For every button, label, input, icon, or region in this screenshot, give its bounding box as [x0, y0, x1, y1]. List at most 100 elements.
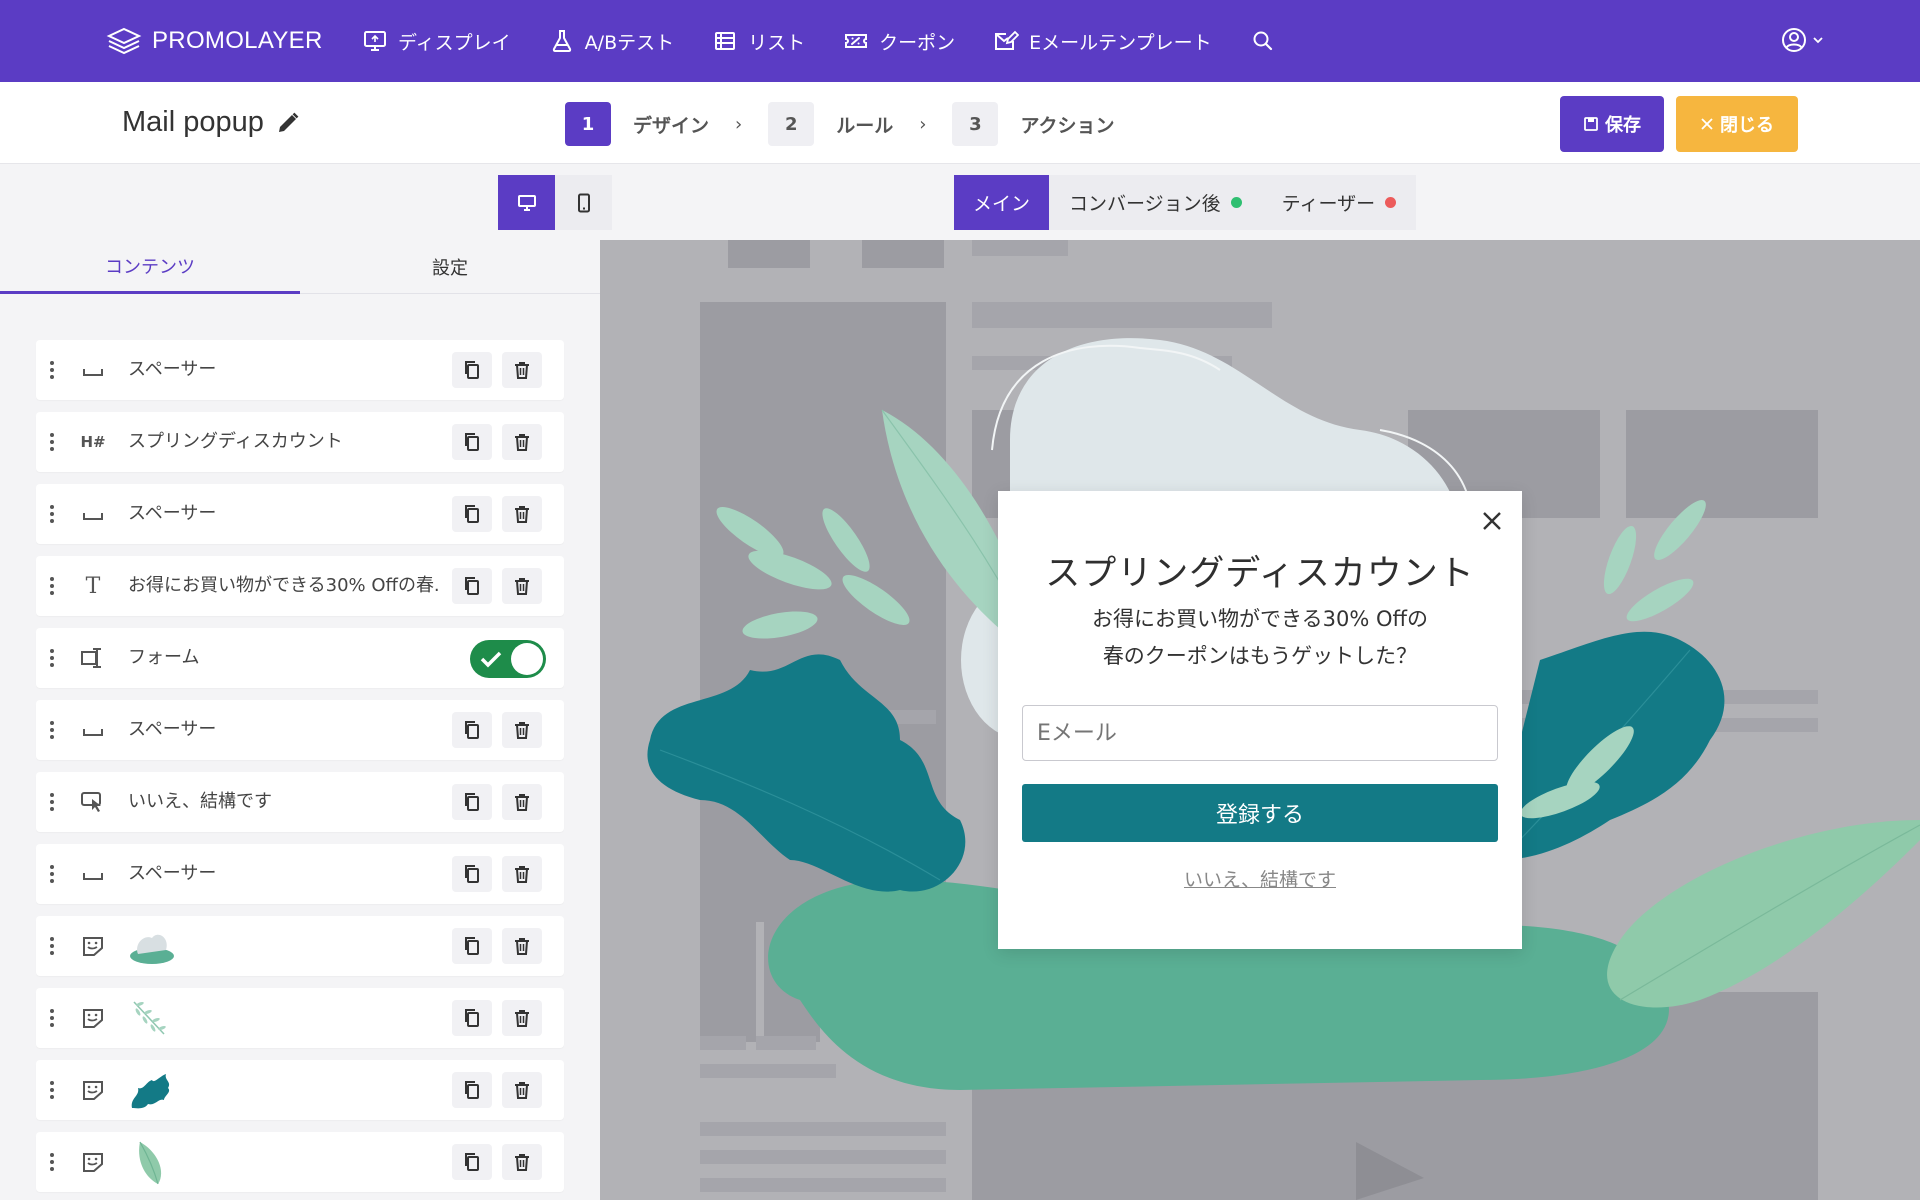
- delete-button[interactable]: [502, 352, 542, 388]
- delete-button[interactable]: [502, 424, 542, 460]
- copy-icon: [465, 505, 479, 523]
- search-icon: [1253, 31, 1272, 51]
- popup-close-button[interactable]: [1476, 505, 1508, 537]
- drag-handle-icon[interactable]: [50, 649, 54, 667]
- row-label: スペーサー: [128, 503, 217, 524]
- tab-settings[interactable]: 設定: [300, 240, 600, 294]
- delete-button[interactable]: [502, 784, 542, 820]
- content-row[interactable]: T お得にお買い物ができる30% Offの春.: [36, 556, 564, 616]
- tab-contents[interactable]: コンテンツ: [0, 240, 300, 294]
- content-row[interactable]: いいえ、結構です: [36, 772, 564, 832]
- duplicate-button[interactable]: [452, 424, 492, 460]
- content-row[interactable]: [36, 916, 564, 976]
- delete-button[interactable]: [502, 712, 542, 748]
- close-button[interactable]: 閉じる: [1676, 96, 1798, 152]
- step-3-label[interactable]: アクション: [1020, 111, 1114, 138]
- popup-description-line2: 春のクーポンはもうゲットした？: [1102, 644, 1418, 668]
- nav-label: クーポン: [879, 31, 956, 54]
- delete-button[interactable]: [502, 496, 542, 532]
- duplicate-button[interactable]: [452, 352, 492, 388]
- step-3-number[interactable]: 3: [952, 102, 999, 146]
- drag-handle-icon[interactable]: [50, 937, 54, 955]
- content-row[interactable]: スペーサー: [36, 844, 564, 904]
- delete-button[interactable]: [502, 856, 542, 892]
- content-row[interactable]: スペーサー: [36, 484, 564, 544]
- nav-item-list[interactable]: リスト: [712, 22, 805, 60]
- duplicate-button[interactable]: [452, 856, 492, 892]
- user-menu[interactable]: [1780, 26, 1824, 54]
- content-row[interactable]: スペーサー: [36, 340, 564, 400]
- drag-handle-icon[interactable]: [50, 793, 54, 811]
- subscribe-button[interactable]: 登録する: [1022, 784, 1498, 842]
- duplicate-button[interactable]: [452, 568, 492, 604]
- trash-icon: [515, 362, 529, 379]
- email-template-icon: [995, 30, 1020, 50]
- drag-handle-icon[interactable]: [50, 361, 54, 379]
- duplicate-button[interactable]: [452, 1000, 492, 1036]
- tab-teaser-label: ティーザー: [1281, 193, 1376, 215]
- brand-name: PROMOLAYER: [152, 27, 323, 54]
- content-row[interactable]: スペーサー: [36, 700, 564, 760]
- drag-handle-icon[interactable]: [50, 577, 54, 595]
- email-input[interactable]: [1022, 705, 1498, 761]
- form-toggle[interactable]: [470, 640, 546, 678]
- drag-handle-icon[interactable]: [50, 1153, 54, 1171]
- step-1-label[interactable]: デザイン: [633, 111, 709, 138]
- spacer-icon: [80, 358, 106, 382]
- drag-handle-icon[interactable]: [50, 865, 54, 883]
- content-row[interactable]: [36, 988, 564, 1048]
- brand-logo[interactable]: PROMOLAYER: [106, 26, 323, 56]
- top-navbar: PROMOLAYER ディスプレイ A/Bテスト リスト クーポン Eメールテン…: [0, 0, 1920, 82]
- save-button[interactable]: 保存: [1560, 96, 1664, 152]
- drag-handle-icon[interactable]: [50, 505, 54, 523]
- content-row[interactable]: フォーム: [36, 628, 564, 688]
- decline-link[interactable]: いいえ、結構です: [998, 865, 1522, 892]
- delete-button[interactable]: [502, 568, 542, 604]
- row-label: お得にお買い物ができる30% Offの春.: [128, 575, 440, 596]
- chevron-down-icon: [1813, 37, 1823, 44]
- pencil-icon[interactable]: [276, 111, 300, 135]
- duplicate-button[interactable]: [452, 784, 492, 820]
- drag-handle-icon[interactable]: [50, 433, 54, 451]
- content-row[interactable]: [36, 1132, 564, 1192]
- tab-main[interactable]: メイン: [954, 175, 1050, 230]
- form-icon: [80, 646, 106, 670]
- sticker-icon: [80, 934, 106, 958]
- duplicate-button[interactable]: [452, 496, 492, 532]
- nav-item-coupon[interactable]: クーポン: [843, 22, 955, 60]
- trash-icon: [515, 938, 529, 955]
- step-2-label[interactable]: ルール: [836, 111, 893, 138]
- nav-item-display[interactable]: ディスプレイ: [362, 22, 511, 60]
- desktop-view-button[interactable]: [498, 175, 555, 230]
- mobile-view-button[interactable]: [555, 175, 612, 230]
- step-2-number[interactable]: 2: [768, 102, 815, 146]
- row-label: スペーサー: [128, 863, 217, 884]
- drag-handle-icon[interactable]: [50, 1009, 54, 1027]
- tab-after-conversion[interactable]: コンバージョン後: [1049, 175, 1262, 230]
- blob-thumbnail: [128, 926, 176, 970]
- delete-button[interactable]: [502, 1000, 542, 1036]
- duplicate-button[interactable]: [452, 928, 492, 964]
- content-row[interactable]: H# スプリングディスカウント: [36, 412, 564, 472]
- click-icon: [80, 790, 106, 814]
- duplicate-button[interactable]: [452, 1072, 492, 1108]
- nav-search-button[interactable]: [1250, 22, 1276, 60]
- duplicate-button[interactable]: [452, 712, 492, 748]
- list-icon: [715, 32, 736, 50]
- close-icon: [1701, 118, 1713, 130]
- nav-item-email-template[interactable]: Eメールテンプレート: [993, 22, 1212, 60]
- drag-handle-icon[interactable]: [50, 721, 54, 739]
- delete-button[interactable]: [502, 928, 542, 964]
- duplicate-button[interactable]: [452, 1144, 492, 1180]
- trash-icon: [515, 506, 529, 523]
- preview-canvas[interactable]: スプリングディスカウント お得にお買い物ができる30% Offの 春のクーポンは…: [600, 240, 1920, 1200]
- layers-icon: [106, 27, 142, 55]
- tab-teaser[interactable]: ティーザー: [1262, 175, 1416, 230]
- nav-item-ab-test[interactable]: A/Bテスト: [549, 22, 674, 60]
- drag-handle-icon[interactable]: [50, 1081, 54, 1099]
- tab-settings-label: 設定: [432, 258, 468, 279]
- step-1-number[interactable]: 1: [565, 102, 611, 146]
- delete-button[interactable]: [502, 1144, 542, 1180]
- content-row[interactable]: [36, 1060, 564, 1120]
- delete-button[interactable]: [502, 1072, 542, 1108]
